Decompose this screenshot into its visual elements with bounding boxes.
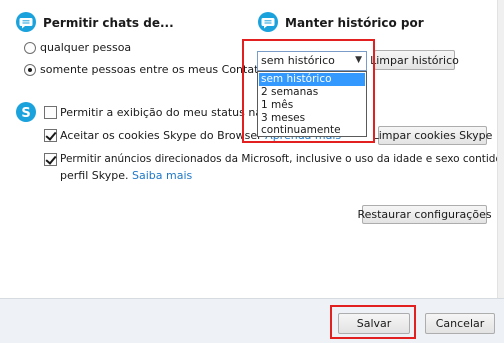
radio-label-somente-contatos[interactable]: somente pessoas entre os meus Contatos: [40, 63, 271, 76]
radio-label-qualquer-pessoa[interactable]: qualquer pessoa: [40, 41, 131, 54]
restore-settings-button[interactable]: Restaurar configurações: [357, 205, 492, 224]
ads-learn-more-link[interactable]: Saiba mais: [132, 169, 192, 182]
clear-history-button[interactable]: Limpar histórico: [370, 50, 459, 70]
history-heading: Manter histórico por: [285, 16, 424, 30]
ads-label-text[interactable]: perfil Skype.: [60, 169, 128, 182]
ads-label-line2[interactable]: perfil Skype. Saiba mais: [60, 169, 192, 182]
status-web-checkbox[interactable]: [44, 106, 57, 119]
chat-icon: [16, 12, 36, 32]
clear-cookies-button[interactable]: Limpar cookies Skype: [373, 126, 492, 145]
ads-checkbox[interactable]: [44, 153, 57, 166]
radio-somente-contatos[interactable]: [24, 64, 36, 76]
skype-icon: S: [16, 102, 36, 122]
ads-label-line1[interactable]: Permitir anúncios direcionados da Micros…: [60, 153, 504, 165]
cookies-checkbox[interactable]: [44, 129, 57, 142]
svg-text:S: S: [21, 106, 30, 121]
scrollbar[interactable]: [497, 0, 504, 298]
history-highlight-box: [242, 39, 375, 143]
cookies-label-text[interactable]: Aceitar os cookies Skype do Browser: [60, 129, 262, 142]
radio-qualquer-pessoa[interactable]: [24, 42, 36, 54]
chat-history-icon: [258, 12, 278, 32]
save-highlight-box: [330, 305, 416, 339]
cancel-button[interactable]: Cancelar: [425, 313, 495, 334]
chats-heading: Permitir chats de...: [43, 16, 174, 30]
